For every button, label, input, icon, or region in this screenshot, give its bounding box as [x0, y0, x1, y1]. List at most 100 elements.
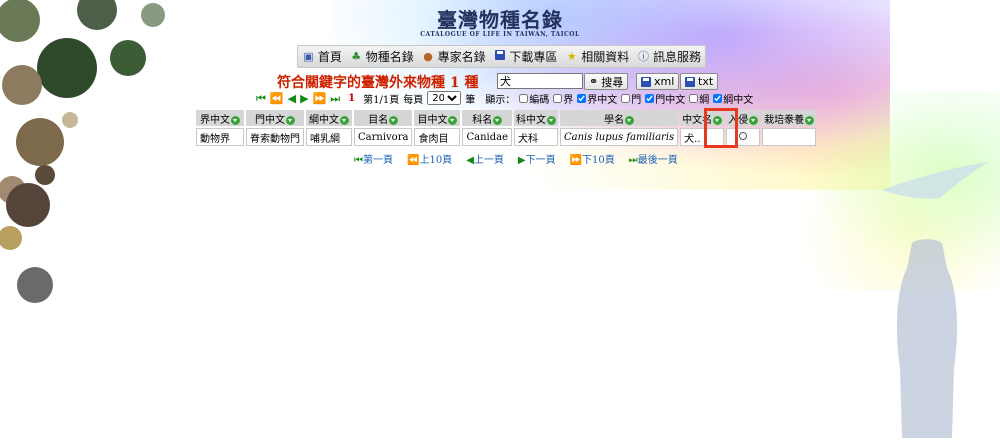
col-header-family-zh[interactable]: 科中文 — [514, 110, 558, 126]
nav-home-label: 首頁 — [317, 50, 342, 64]
col-header-order-zh[interactable]: 目中文 — [414, 110, 461, 126]
pager-row: ⏮ ⏪ ◀ ▶ ⏩ ⏭ 1 第1/1頁 每頁 20 筆 顯示： 編碼 界 界中文… — [256, 91, 753, 106]
cell-phylum-zh: 脊索動物門 — [246, 128, 304, 146]
col-header-label: 目名 — [368, 114, 389, 126]
nav-downloads[interactable]: 下載專區 — [493, 48, 557, 65]
nav-info-service[interactable]: ⓘ 訊息服務 — [637, 48, 701, 65]
circle-icon — [739, 131, 748, 140]
toggle-kingdom-zh[interactable]: 界中文 — [577, 91, 617, 106]
sort-icon[interactable] — [493, 115, 503, 125]
save-icon — [641, 76, 651, 87]
sort-icon[interactable] — [448, 115, 458, 125]
toggle-code-checkbox[interactable] — [519, 93, 529, 103]
toggle-phylum[interactable]: 門 — [621, 91, 641, 106]
search-input[interactable] — [497, 73, 583, 89]
toggle-kingdom-label: 界 — [563, 94, 574, 106]
expert-icon: ● — [423, 50, 433, 63]
toggle-phylum-zh-checkbox[interactable] — [645, 93, 655, 103]
nav-related-data-label: 相關資料 — [581, 50, 630, 64]
results-table: 界中文 門中文 綱中文 目名 目中文 科名 科中文 學名 中文名 入侵 栽培豢養… — [194, 108, 818, 148]
toggle-code[interactable]: 編碼 — [519, 91, 549, 106]
first-page-link[interactable]: ⏮第一頁 — [354, 151, 393, 166]
col-header-class-zh[interactable]: 綱中文 — [306, 110, 352, 126]
home-icon: ▣ — [303, 50, 314, 63]
col-header-label: 界中文 — [200, 114, 230, 126]
toggle-kingdom[interactable]: 界 — [553, 91, 573, 106]
sort-icon[interactable] — [286, 115, 295, 125]
toggle-phylum-zh[interactable]: 門中文 — [645, 91, 685, 106]
cell-family: Canidae — [462, 128, 512, 146]
col-header-label: 科名 — [472, 114, 493, 126]
cell-family-zh: 犬科 — [514, 128, 558, 146]
toggle-class-checkbox[interactable] — [689, 93, 699, 103]
last-page-icon[interactable]: ⏭ — [330, 93, 340, 104]
last-page-link[interactable]: ⏭最後一頁 — [629, 151, 678, 166]
col-header-family[interactable]: 科名 — [462, 110, 512, 126]
nav-species-list-label: 物種名錄 — [365, 50, 414, 64]
site-logo-subtitle: CATALOGUE OF LIFE IN TAIWAN, TAICOL — [420, 31, 580, 38]
prev-page-icon[interactable]: ◀ — [288, 93, 296, 104]
col-header-order[interactable]: 目名 — [354, 110, 413, 126]
next-10-label: 下10頁 — [582, 155, 615, 166]
per-page-select[interactable]: 20 — [427, 91, 462, 105]
toggle-kingdom-zh-checkbox[interactable] — [577, 93, 587, 103]
binoculars-icon: ⚭ — [589, 75, 599, 88]
toggle-class-zh[interactable]: 綱中文 — [713, 91, 753, 106]
col-header-label: 學名 — [604, 114, 625, 126]
sort-icon[interactable] — [805, 115, 815, 125]
sort-icon[interactable] — [231, 115, 240, 125]
search-button[interactable]: ⚭ 搜尋 — [584, 73, 629, 90]
cell-order-zh: 食肉目 — [414, 128, 461, 146]
cell-common-name: 犬.. — [680, 128, 725, 146]
prev-10-icon[interactable]: ⏪ — [270, 93, 284, 104]
first-page-icon[interactable]: ⏮ — [256, 93, 266, 104]
col-header-phylum-zh[interactable]: 門中文 — [246, 110, 304, 126]
site-logo-title: 臺灣物種名錄 — [437, 8, 563, 32]
toggle-class[interactable]: 綱 — [689, 91, 709, 106]
next-page-label: 下一頁 — [525, 155, 556, 166]
xml-export-button[interactable]: xml — [636, 73, 680, 90]
sort-icon[interactable] — [547, 115, 556, 125]
sort-icon[interactable] — [713, 115, 723, 125]
toggle-code-label: 編碼 — [529, 94, 550, 106]
current-page-number[interactable]: 1 — [348, 93, 355, 104]
next-10-icon: ⏩ — [569, 155, 583, 166]
first-page-icon: ⏮ — [354, 155, 363, 166]
prev-page-label: 上一頁 — [473, 155, 504, 166]
toggle-kingdom-checkbox[interactable] — [553, 93, 563, 103]
next-10-link[interactable]: ⏩下10頁 — [570, 151, 615, 166]
sort-icon[interactable] — [625, 115, 635, 125]
first-page-label: 第一頁 — [363, 155, 393, 166]
nav-home[interactable]: ▣ 首頁 — [302, 48, 342, 65]
col-header-invasive[interactable]: 入侵 — [726, 110, 761, 126]
col-header-cultivated[interactable]: 栽培豢養 — [762, 110, 817, 126]
toggle-class-zh-checkbox[interactable] — [713, 93, 723, 103]
col-header-kingdom-zh[interactable]: 界中文 — [196, 110, 244, 126]
txt-export-button[interactable]: txt — [680, 73, 719, 90]
sort-icon[interactable] — [340, 115, 349, 125]
page-info: 第1/1頁 — [363, 94, 400, 106]
col-header-scientific-name[interactable]: 學名 — [560, 110, 679, 126]
prev-page-icon: ◀ — [466, 155, 474, 166]
prev-page-link[interactable]: ◀上一頁 — [466, 151, 504, 166]
toggle-phylum-checkbox[interactable] — [621, 93, 631, 103]
sort-icon[interactable] — [389, 115, 399, 125]
col-header-common-name[interactable]: 中文名 — [680, 110, 725, 126]
per-page-label: 每頁 — [403, 94, 424, 106]
cell-scientific-name[interactable]: Canis lupus familiaris — [560, 128, 679, 146]
toggle-phylum-zh-label: 門中文 — [655, 94, 686, 106]
nav-related-data[interactable]: ★ 相關資料 — [565, 48, 629, 65]
nav-species-list[interactable]: ♣ 物種名錄 — [350, 48, 414, 65]
bird-silhouette-icon — [882, 162, 988, 199]
next-page-icon[interactable]: ▶ — [300, 93, 308, 104]
cell-order: Carnivora — [354, 128, 413, 146]
cell-cultivated — [762, 128, 817, 146]
next-10-icon[interactable]: ⏩ — [313, 93, 327, 104]
display-label: 顯示： — [485, 94, 516, 106]
prev-10-link[interactable]: ⏪上10頁 — [407, 151, 452, 166]
nav-experts-label: 專家名錄 — [437, 50, 486, 64]
nav-experts[interactable]: ● 專家名錄 — [422, 48, 486, 65]
sort-icon[interactable] — [749, 115, 759, 125]
next-page-link[interactable]: ▶下一頁 — [518, 151, 556, 166]
cell-invasive — [726, 128, 761, 146]
